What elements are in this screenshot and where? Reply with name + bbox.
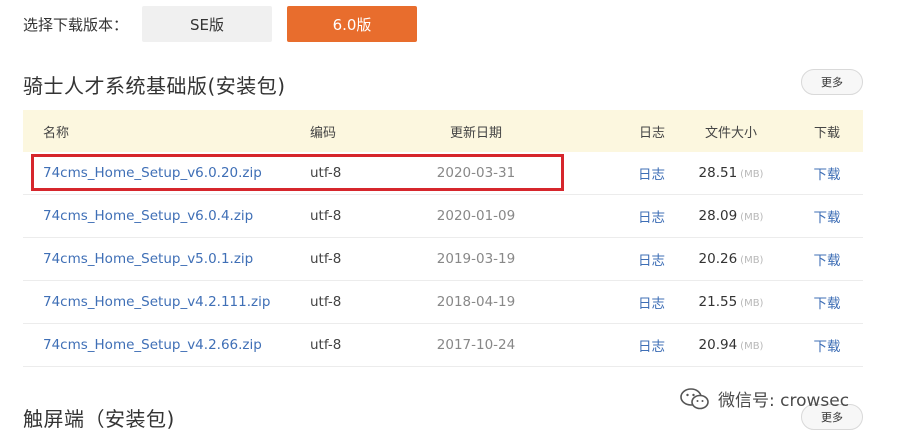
section-title-mobile: 触屏端（安装包)	[23, 407, 175, 431]
version-label: 选择下载版本：	[23, 15, 129, 34]
table-row: 74cms_Home_Setup_v6.0.4.zip utf-8 2020-0…	[23, 195, 863, 238]
header-download: 下载	[813, 125, 840, 141]
date-cell: 2018-04-19	[436, 294, 516, 310]
size-value: 20.26	[698, 251, 738, 267]
watermark-text: 微信号: crowsec	[718, 391, 850, 411]
table-row: 74cms_Home_Setup_v5.0.1.zip utf-8 2019-0…	[23, 238, 863, 281]
size-unit: (MB)	[740, 169, 764, 180]
section-title-basic: 骑士人才系统基础版(安装包)	[23, 74, 286, 98]
file-link[interactable]: 74cms_Home_Setup_v4.2.111.zip	[43, 294, 270, 310]
header-name: 名称	[43, 125, 70, 141]
table-row: 74cms_Home_Setup_v4.2.66.zip utf-8 2017-…	[23, 324, 863, 367]
header-log: 日志	[638, 125, 665, 141]
file-link[interactable]: 74cms_Home_Setup_v6.0.20.zip	[43, 165, 262, 181]
download-link[interactable]: 下载	[814, 296, 841, 312]
size-unit: (MB)	[740, 298, 764, 309]
encoding-cell: utf-8	[310, 165, 342, 181]
download-page: 选择下载版本： SE版 6.0版 骑士人才系统基础版(安装包) 更多 名称 编码…	[0, 0, 909, 439]
download-link[interactable]: 下载	[814, 167, 841, 183]
size-value: 28.51	[698, 165, 738, 181]
log-link[interactable]: 日志	[638, 210, 665, 226]
log-link[interactable]: 日志	[638, 253, 665, 269]
encoding-cell: utf-8	[310, 251, 342, 267]
download-link[interactable]: 下载	[814, 339, 841, 355]
log-link[interactable]: 日志	[638, 167, 665, 183]
size-value: 28.09	[698, 208, 738, 224]
date-cell: 2020-01-09	[436, 208, 516, 224]
date-cell: 2017-10-24	[436, 337, 516, 353]
size-value: 20.94	[698, 337, 738, 353]
date-cell: 2020-03-31	[436, 165, 516, 181]
wechat-icon	[680, 387, 709, 409]
file-link[interactable]: 74cms_Home_Setup_v6.0.4.zip	[43, 208, 253, 224]
version-6-0-button[interactable]: 6.0版	[287, 6, 417, 42]
encoding-cell: utf-8	[310, 337, 342, 353]
version-selector: 选择下载版本： SE版 6.0版	[23, 6, 417, 42]
download-link[interactable]: 下载	[814, 253, 841, 269]
header-date: 更新日期	[449, 125, 502, 141]
watermark: 微信号: crowsec	[680, 386, 849, 411]
header-size: 文件大小	[704, 125, 757, 141]
encoding-cell: utf-8	[310, 294, 342, 310]
log-link[interactable]: 日志	[638, 339, 665, 355]
table-row: 74cms_Home_Setup_v4.2.111.zip utf-8 2018…	[23, 281, 863, 324]
more-button-basic[interactable]: 更多	[801, 69, 863, 95]
download-table: 名称 编码 更新日期 日志 文件大小 下载 74cms_Home_Setup_v…	[23, 110, 863, 367]
size-unit: (MB)	[740, 255, 764, 266]
date-cell: 2019-03-19	[436, 251, 516, 267]
file-link[interactable]: 74cms_Home_Setup_v4.2.66.zip	[43, 337, 262, 353]
download-link[interactable]: 下载	[814, 210, 841, 226]
log-link[interactable]: 日志	[638, 296, 665, 312]
encoding-cell: utf-8	[310, 208, 342, 224]
size-value: 21.55	[698, 294, 738, 310]
file-link[interactable]: 74cms_Home_Setup_v5.0.1.zip	[43, 251, 253, 267]
header-encoding: 编码	[310, 125, 337, 141]
table-row: 74cms_Home_Setup_v6.0.20.zip utf-8 2020-…	[23, 152, 863, 195]
table-header: 名称 编码 更新日期 日志 文件大小 下载	[23, 110, 863, 152]
version-se-button[interactable]: SE版	[142, 6, 272, 42]
size-unit: (MB)	[740, 212, 764, 223]
size-unit: (MB)	[740, 341, 764, 352]
